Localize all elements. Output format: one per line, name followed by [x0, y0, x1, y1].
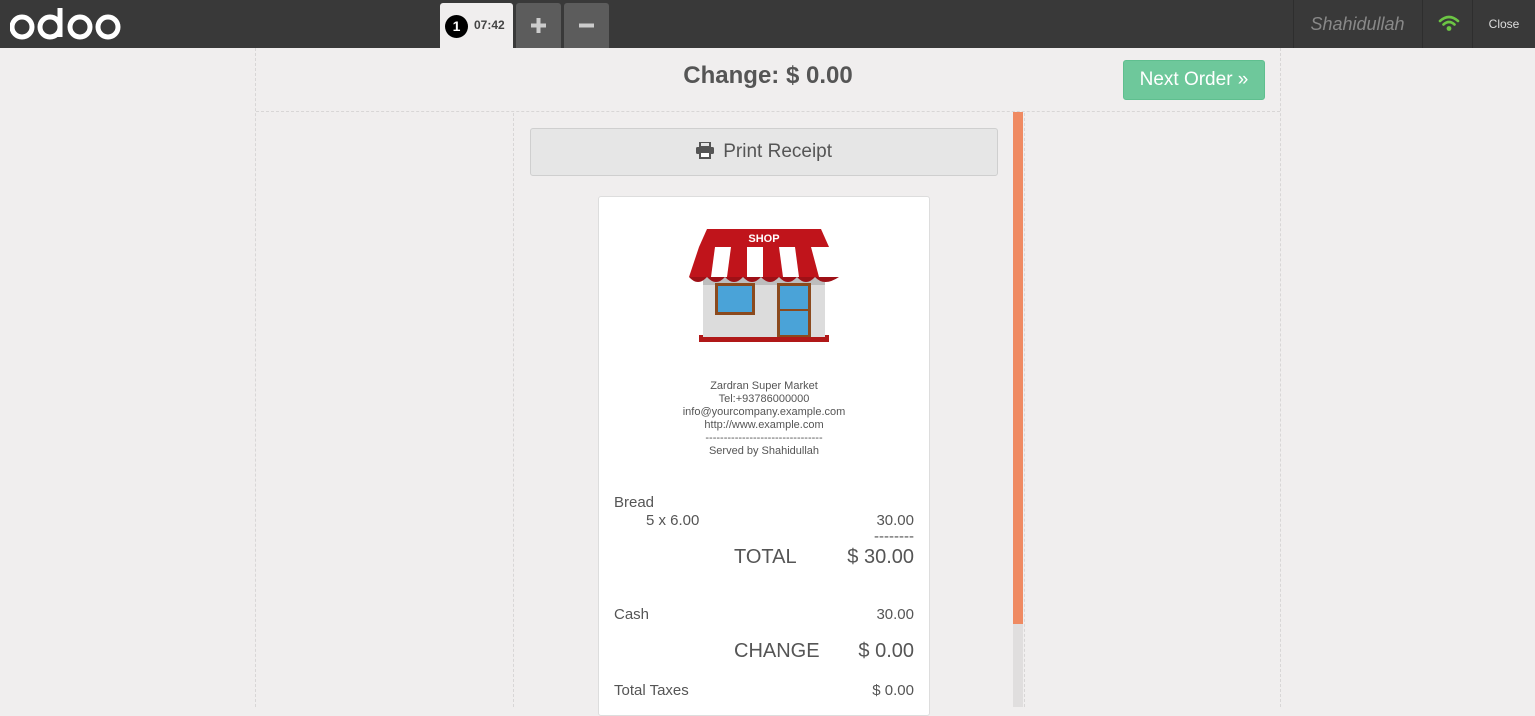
total-label: TOTAL [734, 546, 797, 568]
receipt-screen: Change: $ 0.00 Next Order » Print Receip… [255, 48, 1281, 716]
print-receipt-button[interactable]: Print Receipt [530, 128, 998, 176]
screen-header: Change: $ 0.00 Next Order » [256, 48, 1280, 112]
top-bar: 1 07:42 Shahidullah Close [0, 0, 1535, 48]
printer-icon [695, 141, 714, 159]
product-name: Bread [614, 494, 655, 511]
user-name[interactable]: Shahidullah [1293, 0, 1421, 48]
odoo-logo [10, 8, 121, 40]
product-qty-price: 5 x 6.00 [646, 512, 700, 529]
shop-logo-label: SHOP [748, 233, 779, 245]
shop-logo: SHOP [689, 229, 839, 342]
company-name: Zardran Super Market [710, 380, 818, 392]
taxes-value: $ 0.00 [872, 682, 914, 699]
company-separator: -------------------------------- [705, 432, 823, 444]
next-order-button[interactable]: Next Order » [1123, 60, 1265, 100]
add-order-button[interactable] [516, 3, 561, 48]
payment-value: 30.00 [876, 606, 914, 623]
order-tab[interactable]: 1 07:42 [440, 3, 513, 48]
order-time: 07:42 [474, 18, 505, 32]
wifi-icon [1438, 15, 1460, 31]
remove-order-button[interactable] [564, 3, 609, 48]
company-website: http://www.example.com [704, 419, 824, 431]
company-email: info@yourcompany.example.com [682, 406, 846, 418]
company-tel: Tel:+93786000000 [718, 393, 810, 405]
change-label: CHANGE [734, 640, 820, 662]
close-button[interactable]: Close [1472, 0, 1535, 48]
total-value: $ 30.00 [847, 546, 914, 568]
connection-status[interactable] [1422, 0, 1472, 48]
receipt: SHOP Zardran Super Market Tel:+937860000… [598, 196, 930, 716]
print-receipt-label: Print Receipt [723, 141, 833, 162]
payment-label: Cash [614, 606, 650, 623]
change-value: $ 0.00 [858, 640, 914, 662]
product-amount: 30.00 [876, 512, 914, 529]
served-by: Served by Shahidullah [708, 445, 820, 457]
total-separator: -------- [874, 528, 914, 545]
taxes-label: Total Taxes [614, 682, 689, 699]
plus-icon [531, 18, 546, 33]
company-info: Zardran Super Market Tel:+93786000000 in… [599, 380, 929, 458]
minus-icon [579, 23, 594, 28]
order-number-badge: 1 [445, 15, 468, 38]
scrollbar-thumb[interactable] [1013, 112, 1023, 624]
